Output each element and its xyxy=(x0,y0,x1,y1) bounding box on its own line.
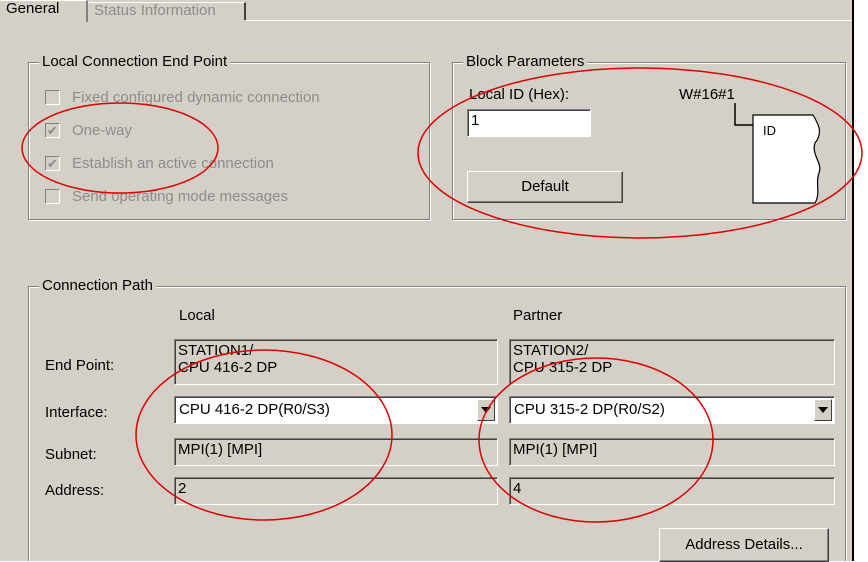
id-text: ID xyxy=(763,123,776,138)
address-label: Address: xyxy=(45,482,105,499)
checkbox-box[interactable] xyxy=(45,89,60,105)
chevron-down-icon xyxy=(481,407,491,413)
id-block-diagram: ID xyxy=(734,103,821,204)
w-value-label: W#16#1 xyxy=(679,86,735,103)
dropdown-arrow-button[interactable] xyxy=(477,399,495,421)
checkbox-label: Establish an active connection xyxy=(72,154,274,172)
tab-divider xyxy=(246,20,852,21)
checkbox-box[interactable] xyxy=(45,188,60,204)
partner-address-field: 4 xyxy=(509,477,835,505)
partner-end-point-field: STATION2/ CPU 315-2 DP xyxy=(509,339,835,385)
checkbox-one-way[interactable]: ✔ One-way xyxy=(45,119,132,141)
column-partner-header: Partner xyxy=(513,307,563,324)
tab-bar: General Status Information xyxy=(0,0,852,22)
tab-status-information[interactable]: Status Information xyxy=(88,2,246,20)
block-parameters-group: Block Parameters Local ID (Hex): 1 W#16#… xyxy=(452,53,846,220)
local-endpoint-title: Local Connection End Point xyxy=(39,53,231,71)
local-interface-value: CPU 416-2 DP(R0/S3) xyxy=(179,401,330,418)
partner-subnet-field: MPI(1) [MPI] xyxy=(509,438,835,466)
dropdown-arrow-button[interactable] xyxy=(814,399,832,421)
checkbox-label: Send operating mode messages xyxy=(72,187,288,205)
partner-interface-select[interactable]: CPU 315-2 DP(R0/S2) xyxy=(509,396,835,424)
local-endpoint-group: Local Connection End Point Fixed configu… xyxy=(28,53,430,220)
default-button[interactable]: Default xyxy=(467,171,623,203)
local-interface-select[interactable]: CPU 416-2 DP(R0/S3) xyxy=(174,396,498,424)
checkbox-box[interactable]: ✔ xyxy=(45,155,60,171)
dialog: General Status Information Local Connect… xyxy=(0,0,854,562)
checkbox-label: Fixed configured dynamic connection xyxy=(72,88,320,106)
address-details-button[interactable]: Address Details... xyxy=(659,528,829,562)
end-point-label: End Point: xyxy=(45,357,115,374)
checkbox-fixed-configured[interactable]: Fixed configured dynamic connection xyxy=(45,86,320,108)
checkbox-label: One-way xyxy=(72,121,133,139)
connection-path-title: Connection Path xyxy=(39,277,156,295)
column-local-header: Local xyxy=(179,307,215,324)
tab-general[interactable]: General xyxy=(0,0,88,22)
partner-interface-value: CPU 315-2 DP(R0/S2) xyxy=(514,401,665,418)
local-end-point-field: STATION1/ CPU 416-2 DP xyxy=(174,339,498,385)
chevron-down-icon xyxy=(818,407,828,413)
block-parameters-title: Block Parameters xyxy=(463,53,588,71)
checkbox-send-operating-mode[interactable]: Send operating mode messages xyxy=(45,185,288,207)
local-id-input[interactable]: 1 xyxy=(467,109,591,137)
connection-path-group: Connection Path Local Partner End Point:… xyxy=(28,277,846,562)
checkbox-establish-active[interactable]: ✔ Establish an active connection xyxy=(45,152,274,174)
checkbox-box[interactable]: ✔ xyxy=(45,122,60,138)
interface-label: Interface: xyxy=(45,404,108,421)
local-address-field: 2 xyxy=(174,477,498,505)
local-subnet-field: MPI(1) [MPI] xyxy=(174,438,498,466)
local-id-label: Local ID (Hex): xyxy=(469,86,570,103)
subnet-label: Subnet: xyxy=(45,446,97,463)
